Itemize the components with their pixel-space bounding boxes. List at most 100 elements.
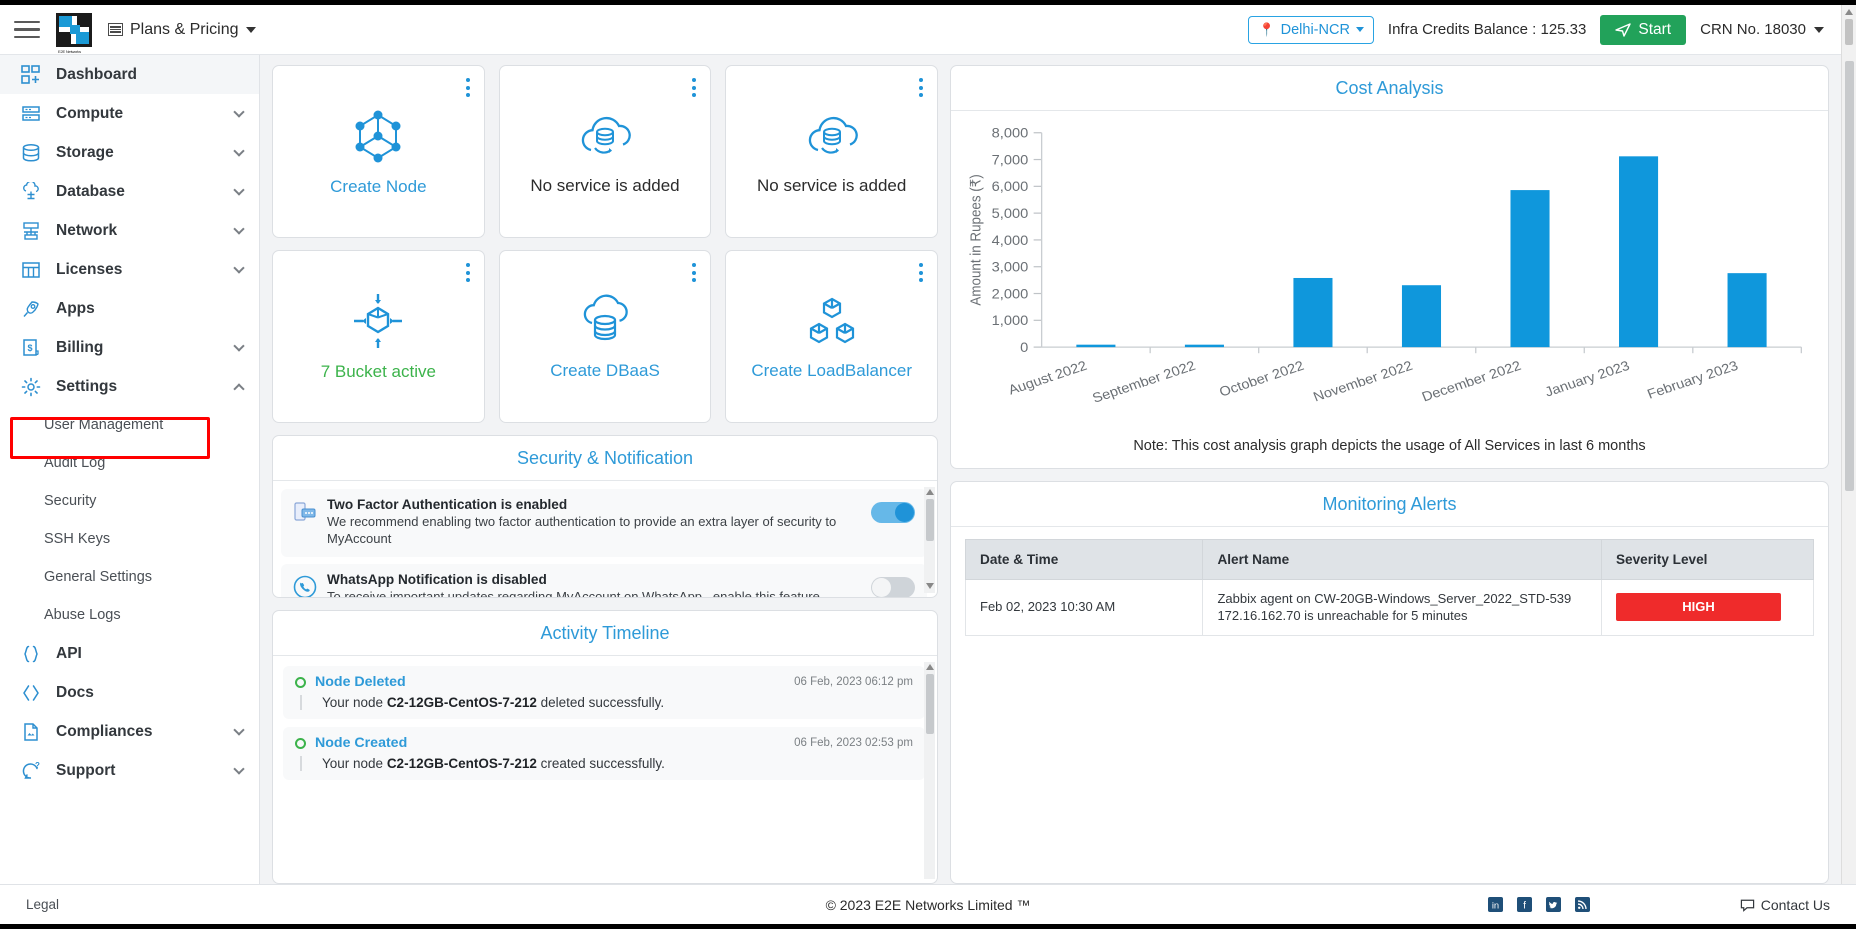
security-scrollbar[interactable]: [924, 487, 935, 593]
scroll-down-arrow-icon[interactable]: [925, 583, 934, 589]
activity-scrollbar[interactable]: [924, 662, 935, 879]
sidebar-item-label: Compliances: [56, 722, 153, 740]
plans-pricing-dropdown[interactable]: Plans & Pricing: [108, 21, 256, 39]
tile-create-dbaas[interactable]: Create DBaaS: [498, 250, 712, 423]
e2e-networks-logo[interactable]: E2E Networks: [56, 12, 92, 54]
security-row-desc: We recommend enabling two factor authent…: [327, 514, 837, 546]
tile-no-service-1[interactable]: No service is added: [498, 65, 712, 238]
sidebar: Dashboard Compute Storage Database Netwo…: [0, 55, 260, 884]
sidebar-item-ssh-keys[interactable]: SSH Keys: [0, 520, 259, 558]
sidebar-item-compute[interactable]: Compute: [0, 94, 259, 133]
contact-us-link[interactable]: Contact Us: [1740, 897, 1830, 913]
scroll-up-arrow-icon[interactable]: [925, 664, 934, 670]
tile-bucket-active[interactable]: 7 Bucket active: [272, 250, 485, 423]
tile-create-loadbalancer[interactable]: Create LoadBalancer: [725, 250, 939, 423]
svg-text:5,000: 5,000: [992, 206, 1029, 221]
page-scrollbar-top[interactable]: [1841, 5, 1856, 55]
sidebar-item-licenses[interactable]: Licenses: [0, 250, 259, 289]
sidebar-item-audit-log[interactable]: Audit Log: [0, 444, 259, 482]
desc-prefix: Your node: [322, 756, 387, 771]
bucket-cube-icon: [354, 293, 403, 348]
svg-text:1,000: 1,000: [992, 313, 1029, 328]
desc-node-name: C2-12GB-CentOS-7-212: [386, 756, 537, 771]
sidebar-item-support[interactable]: ? Support: [0, 751, 259, 790]
region-selector[interactable]: 📍 Delhi-NCR: [1248, 15, 1374, 44]
security-rows: Two Factor Authentication is enabled We …: [273, 481, 937, 597]
cell-severity: HIGH: [1600, 578, 1815, 636]
page-scrollbar[interactable]: [1841, 55, 1856, 884]
whatsapp-toggle[interactable]: [871, 576, 915, 597]
cost-chart: 0 1,000 2,000 3,000 4,000 5,000 6,000 7,000 8,00…: [951, 111, 1828, 432]
sidebar-item-label: Network: [56, 221, 118, 239]
legal-link[interactable]: Legal: [26, 897, 59, 912]
scrollbar-thumb[interactable]: [1845, 19, 1853, 45]
start-label: Start: [1638, 20, 1672, 38]
infra-credits-balance: Infra Credits Balance : 125.33: [1387, 21, 1587, 38]
tile-menu-icon[interactable]: [919, 263, 924, 286]
monitoring-alerts-panel: Monitoring Alerts Date & Time Alert Name…: [950, 480, 1829, 884]
dashboard-grid: Create Node No service is added No servi…: [260, 55, 1841, 884]
sidebar-item-docs[interactable]: Docs: [0, 673, 259, 712]
tile-row-2: 7 Bucket active Create DBaaS Create Load…: [272, 250, 939, 423]
sidebar-item-database[interactable]: Database: [0, 172, 259, 211]
security-row-text: WhatsApp Notification is disabled To rec…: [327, 572, 861, 597]
tile-create-node[interactable]: Create Node: [272, 65, 485, 238]
tile-label: No service is added: [757, 175, 907, 195]
sidebar-item-user-management[interactable]: User Management: [0, 406, 259, 444]
chevron-down-icon: [233, 261, 245, 274]
sidebar-item-label: Support: [56, 761, 116, 779]
chevron-down-icon: [245, 26, 256, 33]
braces-icon: [18, 644, 44, 664]
sidebar-item-apps[interactable]: Apps: [0, 289, 259, 328]
body-area: Dashboard Compute Storage Database Netwo…: [0, 55, 1856, 884]
tile-label: Create Node: [330, 176, 427, 196]
chevron-up-icon: [233, 382, 245, 395]
tile-menu-icon[interactable]: [692, 263, 697, 286]
sidebar-item-compliances[interactable]: Compliances: [0, 712, 259, 751]
desc-suffix: created successfully.: [536, 756, 665, 771]
svg-text:$: $: [27, 343, 32, 353]
sidebar-item-security[interactable]: Security: [0, 482, 259, 520]
activity-rows: Node Deleted 06 Feb, 2023 06:12 pm Your …: [273, 656, 937, 883]
cloud-database-icon: [583, 294, 628, 340]
crn-dropdown[interactable]: CRN No. 18030: [1700, 21, 1824, 38]
gear-icon: [18, 377, 44, 397]
application-window: E2E Networks Plans & Pricing 📍 Delhi-NCR…: [0, 0, 1856, 929]
sidebar-item-label: Apps: [56, 299, 95, 317]
sidebar-item-network[interactable]: Network: [0, 211, 259, 250]
security-row-title: Two Factor Authentication is enabled: [327, 497, 568, 512]
scrollbar-thumb[interactable]: [925, 499, 934, 541]
sidebar-item-storage[interactable]: Storage: [0, 133, 259, 172]
scroll-up-arrow-icon[interactable]: [925, 489, 934, 495]
sidebar-item-abuse-logs[interactable]: Abuse Logs: [0, 596, 259, 634]
hamburger-menu-icon[interactable]: [14, 16, 40, 44]
scroll-up-arrow-icon[interactable]: [1845, 9, 1853, 15]
two-factor-toggle[interactable]: [871, 502, 915, 523]
svg-text:August 2022: August 2022: [1006, 357, 1089, 397]
sidebar-item-dashboard[interactable]: Dashboard: [0, 55, 259, 94]
sidebar-item-billing[interactable]: $ Billing: [0, 328, 259, 367]
scrollbar-thumb[interactable]: [925, 674, 934, 734]
security-notification-panel: Security & Notification Two Factor Authe…: [272, 435, 938, 598]
tile-menu-icon[interactable]: [919, 78, 924, 101]
sidebar-item-settings[interactable]: Settings: [0, 367, 259, 406]
facebook-icon[interactable]: f: [1516, 897, 1532, 912]
start-button[interactable]: Start: [1600, 14, 1687, 45]
sidebar-subitem-label: SSH Keys: [44, 531, 111, 547]
chevron-down-icon: [233, 222, 245, 235]
cost-chart-note: Note: This cost analysis graph depicts t…: [1133, 437, 1646, 454]
sidebar-item-api[interactable]: API: [0, 634, 259, 673]
sidebar-item-general-settings[interactable]: General Settings: [0, 558, 259, 596]
tile-no-service-2[interactable]: No service is added: [725, 65, 939, 238]
linkedin-icon[interactable]: in: [1487, 897, 1503, 912]
monitoring-table-wrap: Date & Time Alert Name Severity Level Fe…: [951, 527, 1828, 636]
svg-text:6,000: 6,000: [992, 179, 1029, 194]
twitter-icon[interactable]: [1545, 897, 1561, 912]
scrollbar-thumb[interactable]: [1845, 61, 1854, 491]
tile-menu-icon[interactable]: [465, 263, 470, 286]
cloud-db-sync-icon: [808, 116, 858, 154]
rss-icon[interactable]: [1574, 897, 1590, 912]
tile-menu-icon[interactable]: [465, 78, 470, 101]
main-content: Create Node No service is added No servi…: [260, 55, 1856, 884]
tile-menu-icon[interactable]: [692, 78, 697, 101]
